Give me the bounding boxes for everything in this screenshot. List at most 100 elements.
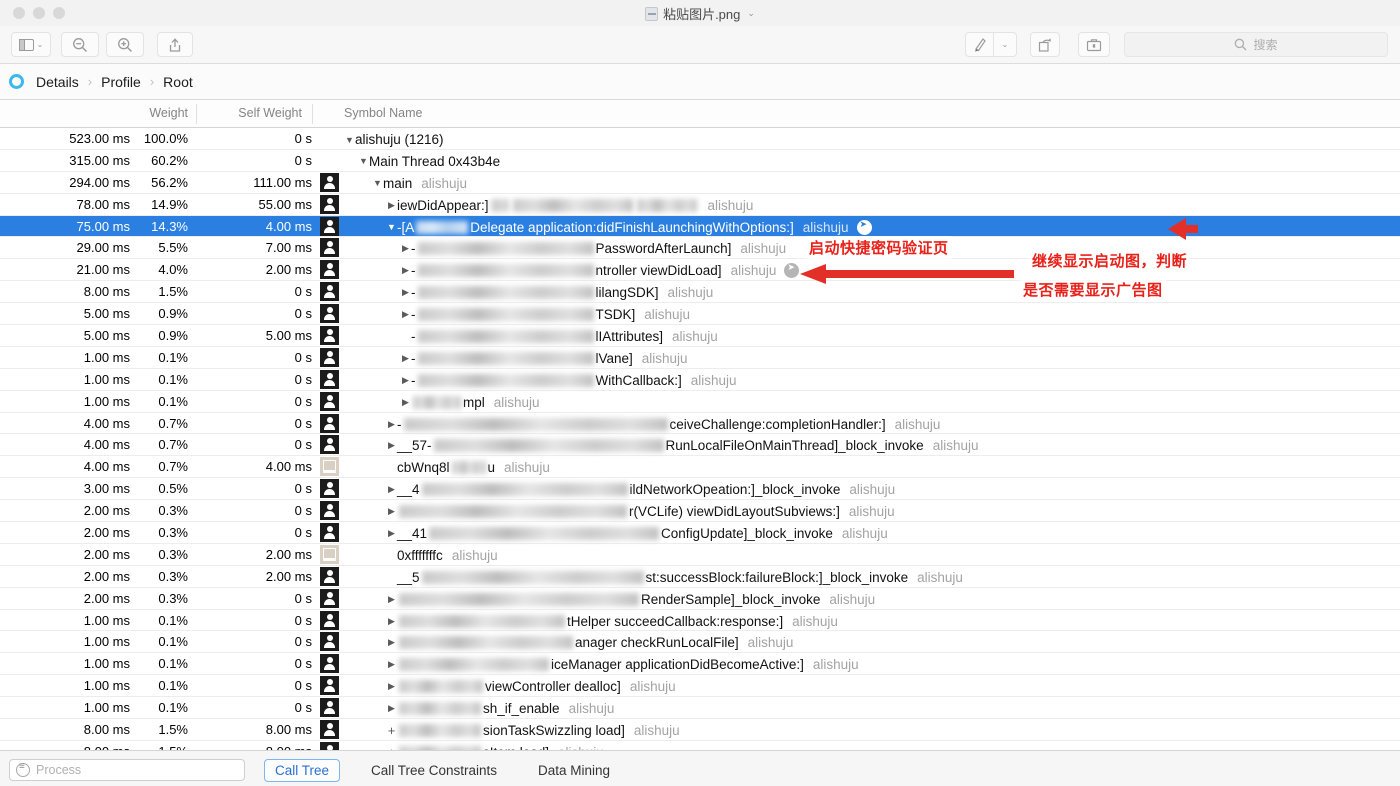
cell-symbol-name: - ceiveChallenge:completionHandler:] alish…: [386, 415, 940, 434]
table-row[interactable]: 4.00 ms 0.7% 0 s __57- RunLocalFileOnMainThr…: [0, 434, 1400, 457]
sidebar-toggle-button[interactable]: ⌄: [11, 32, 51, 57]
column-header-weight[interactable]: Weight: [60, 106, 188, 120]
disclosure-closed-icon[interactable]: [400, 309, 411, 320]
cell-self-weight: 0 s: [294, 349, 312, 365]
table-row[interactable]: 1.00 ms 0.1% 0 s - lVane] alishuju: [0, 347, 1400, 369]
table-row[interactable]: 4.00 ms 0.7% 4.00 ms cbWnq8l u alishuju: [0, 456, 1400, 479]
disclosure-closed-icon[interactable]: [386, 681, 397, 692]
table-row[interactable]: 8.00 ms1.5%8.00 mssItem load]alishuju: [0, 741, 1400, 750]
table-row[interactable]: 1.00 ms 0.1% 0 s sh_if_enable alishuju: [0, 697, 1400, 720]
tab-call-tree-constraints[interactable]: Call Tree Constraints: [361, 759, 507, 782]
symbol-text: sh_if_enable: [483, 701, 560, 717]
column-header-self-weight[interactable]: Self Weight: [202, 106, 302, 120]
table-row[interactable]: 5.00 ms 0.9% 0 s - TSDK] alishuju: [0, 303, 1400, 326]
disclosure-closed-icon[interactable]: [386, 616, 397, 627]
disclosure-closed-icon[interactable]: [386, 484, 397, 495]
symbol-text: u: [487, 460, 496, 476]
disclosure-closed-icon[interactable]: [386, 440, 397, 451]
symbol-text-prefix: cbWnq8l: [397, 460, 450, 476]
table-row[interactable]: 2.00 ms 0.3% 0 s RenderSample]_block_invoke…: [0, 588, 1400, 610]
column-divider[interactable]: [196, 104, 197, 124]
search-placeholder: 搜索: [1253, 38, 1278, 52]
tab-data-mining[interactable]: Data Mining: [528, 759, 620, 782]
table-row[interactable]: 2.00 ms 0.3% 2.00 ms 0xfffffffc alishuju: [0, 544, 1400, 566]
cell-symbol-name: alishuju (1216): [344, 130, 444, 149]
disclosure-closed-icon[interactable]: [386, 703, 397, 714]
table-row[interactable]: 8.00 ms 1.5% 0 s - lilangSDK] alishuju: [0, 281, 1400, 304]
table-row[interactable]: 294.00 ms 56.2% 111.00 ms main alishuju: [0, 172, 1400, 194]
table-row[interactable]: 1.00 ms 0.1% 0 s viewController dealloc] ali…: [0, 675, 1400, 698]
disclosure-closed-icon[interactable]: [400, 375, 411, 386]
zoom-out-button[interactable]: [61, 32, 99, 57]
disclosure-closed-icon[interactable]: [400, 287, 411, 298]
disclosure-closed-icon[interactable]: [386, 659, 397, 670]
table-row[interactable]: 4.00 ms 0.7% 0 s - ceiveChallenge:completion…: [0, 413, 1400, 435]
cell-weight: 2.00 ms: [83, 546, 130, 562]
share-button[interactable]: [157, 32, 193, 57]
disclosure-closed-icon[interactable]: [386, 419, 397, 430]
disclosure-closed-icon[interactable]: [386, 200, 397, 211]
cell-weight-percent: 0.1%: [158, 700, 188, 716]
disclosure-closed-icon[interactable]: [400, 353, 411, 364]
column-divider[interactable]: [312, 104, 313, 124]
table-row[interactable]: 78.00 ms 14.9% 55.00 ms iewDidAppear:] alish…: [0, 194, 1400, 216]
disclosure-closed-icon[interactable]: [400, 265, 411, 276]
symbol-text: viewController dealloc]: [485, 679, 621, 695]
table-row[interactable]: 523.00 ms 100.0% 0 s alishuju (1216): [0, 128, 1400, 150]
markup-pen-button[interactable]: [965, 32, 993, 57]
rotate-button[interactable]: [1030, 32, 1060, 57]
disclosure-closed-icon[interactable]: [386, 637, 397, 648]
table-row[interactable]: 1.00 ms 0.1% 0 s tHelper succeedCallback:re…: [0, 610, 1400, 632]
table-row[interactable]: 2.00 ms 0.3% 0 s r(VCLife) viewDidLayoutSub…: [0, 500, 1400, 523]
search-icon: [1235, 38, 1247, 51]
zoom-in-button[interactable]: [106, 32, 144, 57]
table-row[interactable]: 315.00 ms 60.2% 0 s Main Thread 0x43b4e: [0, 150, 1400, 172]
markup-dropdown-button[interactable]: ⌄: [993, 32, 1017, 57]
breadcrumb-item-root[interactable]: Root: [160, 74, 196, 90]
search-field[interactable]: 搜索: [1124, 32, 1388, 57]
table-row[interactable]: 1.00 ms 0.1% 0 s - WithCallback:] alishuju: [0, 369, 1400, 391]
cell-symbol-name: anager checkRunLocalFile] alishuju: [386, 633, 793, 652]
cell-symbol-name: iewDidAppear:] alishuju: [386, 196, 753, 215]
disclosure-closed-icon[interactable]: [400, 243, 411, 254]
instruments-target-icon: [9, 74, 24, 89]
table-row[interactable]: 2.00 ms 0.3% 2.00 ms __5 st:successBlock:fai…: [0, 566, 1400, 588]
focus-subtree-icon[interactable]: [856, 219, 872, 235]
cell-weight-percent: 0.3%: [158, 590, 188, 606]
table-row[interactable]: 3.00 ms 0.5% 0 s __4 ildNetworkOpeation:]_bl…: [0, 478, 1400, 501]
disclosure-closed-icon[interactable]: [386, 506, 397, 517]
symbol-text-prefix: -: [411, 241, 416, 257]
table-row[interactable]: 1.00 ms0.1%0 sanager checkRunLocalFile]a…: [0, 631, 1400, 654]
disclosure-closed-icon[interactable]: [386, 594, 397, 605]
expand-plus-icon[interactable]: [386, 723, 397, 738]
breadcrumb-item-details[interactable]: Details: [33, 74, 82, 90]
symbol-library-name: alishuju: [421, 175, 468, 191]
symbol-text-prefix: iewDidAppear:]: [397, 197, 489, 213]
title-chevron-down-icon[interactable]: ⌄: [747, 8, 755, 19]
disclosure-open-icon[interactable]: [372, 178, 383, 188]
disclosure-open-icon[interactable]: [358, 156, 369, 166]
disclosure-closed-icon[interactable]: [386, 528, 397, 539]
symbol-text: st:successBlock:failureBlock:]_block_inv…: [645, 569, 909, 585]
cell-weight: 29.00 ms: [76, 240, 130, 256]
table-row[interactable]: 5.00 ms 0.9% 5.00 ms - lIAttributes] alishuju: [0, 325, 1400, 347]
disclosure-closed-icon[interactable]: [400, 397, 411, 408]
table-row[interactable]: 1.00 ms 0.1% 0 s mpl alishuju: [0, 391, 1400, 413]
tab-call-tree[interactable]: Call Tree: [264, 759, 341, 782]
symbol-library-name: alishuju: [802, 219, 849, 235]
table-row[interactable]: 1.00 ms 0.1% 0 s iceManager applicationDidB…: [0, 653, 1400, 676]
redacted-symbol-segment: [399, 505, 627, 519]
column-header-symbol-name[interactable]: Symbol Name: [344, 106, 423, 120]
breadcrumb-item-profile[interactable]: Profile: [98, 74, 144, 90]
disclosure-open-icon[interactable]: [386, 222, 397, 232]
cell-weight: 75.00 ms: [76, 218, 130, 234]
cell-weight-percent: 4.0%: [158, 262, 188, 278]
markup-toolbar-button[interactable]: [1078, 32, 1110, 57]
redacted-symbol-segment: [417, 330, 594, 344]
focus-subtree-icon[interactable]: [784, 262, 800, 279]
table-row[interactable]: 8.00 ms 1.5% 8.00 ms sionTaskSwizzling load…: [0, 719, 1400, 741]
redacted-symbol-segment: [490, 198, 509, 212]
disclosure-open-icon[interactable]: [344, 135, 355, 145]
table-row[interactable]: 2.00 ms 0.3% 0 s __41 ConfigUpdate]_block_in…: [0, 522, 1400, 544]
process-filter-field[interactable]: Process: [9, 759, 245, 781]
